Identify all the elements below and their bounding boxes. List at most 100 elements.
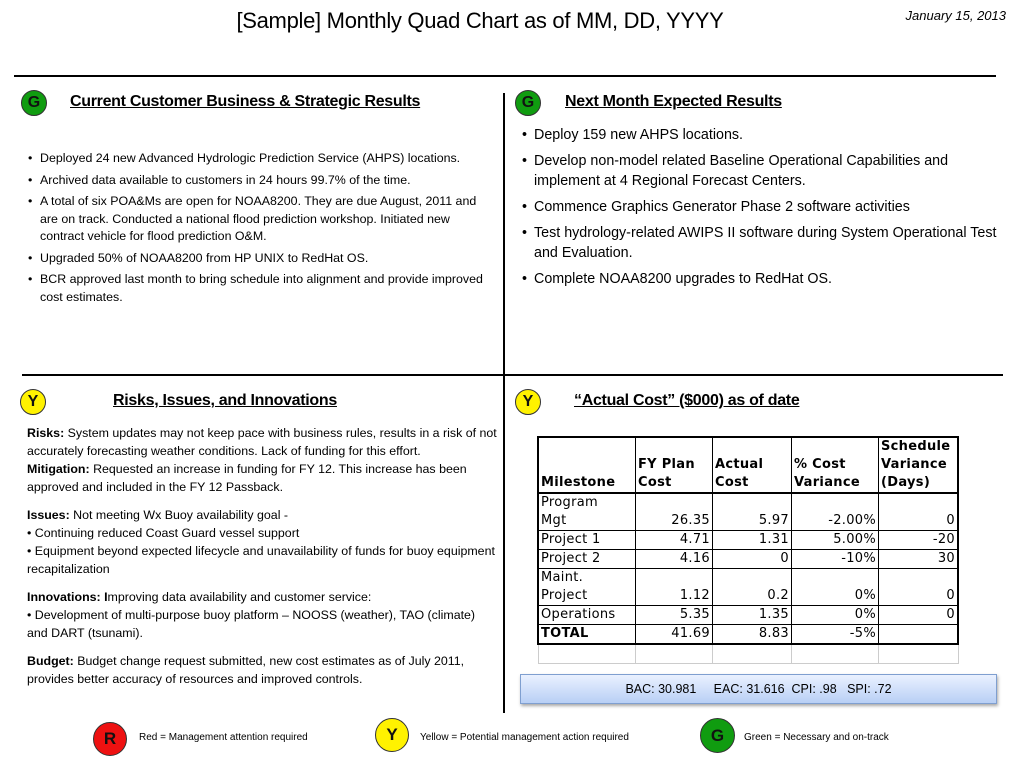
table-total-row: TOTAL 41.69 8.83 -5% bbox=[537, 624, 959, 645]
list-item: Test hydrology-related AWIPS II software… bbox=[522, 223, 1002, 263]
middle-divider bbox=[22, 374, 1003, 376]
list-item: Develop non-model related Baseline Opera… bbox=[522, 151, 1002, 191]
mitigation-label: Mitigation: bbox=[27, 462, 90, 476]
issue-item: • Continuing reduced Coast Guard vessel … bbox=[27, 526, 300, 540]
budget-text: Budget change request submitted, new cos… bbox=[27, 654, 465, 686]
value-cell: 30 bbox=[878, 549, 959, 569]
issues-label: Issues: bbox=[27, 508, 70, 522]
value-cell: 0 bbox=[878, 568, 959, 606]
list-item: BCR approved last month to bring schedul… bbox=[28, 271, 488, 306]
column-header: Actual Cost bbox=[712, 436, 792, 494]
value-cell: 41.69 bbox=[635, 624, 713, 645]
cost-table: Milestone FY Plan Cost Actual Cost % Cos… bbox=[537, 436, 959, 664]
status-badge-cost: Y bbox=[515, 389, 541, 415]
value-cell: 5.00% bbox=[791, 530, 879, 550]
list-item: Archived data available to customers in … bbox=[28, 172, 488, 190]
value-cell: 5.35 bbox=[635, 605, 713, 625]
value-cell: 0% bbox=[791, 568, 879, 606]
legend-badge-green: G bbox=[700, 718, 735, 753]
budget-block: Budget: Budget change request submitted,… bbox=[27, 652, 497, 688]
quadrant-title-next: Next Month Expected Results bbox=[565, 93, 782, 110]
vertical-divider bbox=[503, 93, 505, 713]
milestone-cell: Program Mgt bbox=[537, 492, 636, 531]
value-cell: 1.31 bbox=[712, 530, 792, 550]
innovations-block: Innovations: Improving data availability… bbox=[27, 588, 497, 642]
milestone-cell: Maint. Project bbox=[537, 568, 636, 606]
legend-badge-red: R bbox=[93, 722, 127, 756]
value-cell: 5.97 bbox=[712, 492, 792, 531]
column-header: Schedule Variance (Days) bbox=[878, 436, 959, 494]
list-item: Deploy 159 new AHPS locations. bbox=[522, 125, 1002, 145]
list-item: Complete NOAA8200 upgrades to RedHat OS. bbox=[522, 269, 1002, 289]
cost-table-wrapper: Milestone FY Plan Cost Actual Cost % Cos… bbox=[537, 436, 959, 664]
value-cell: 0 bbox=[878, 492, 959, 531]
list-item: Deployed 24 new Advanced Hydrologic Pred… bbox=[28, 150, 488, 168]
evm-summary-box: BAC: 30.981 EAC: 31.616 CPI: .98 SPI: .7… bbox=[520, 674, 997, 704]
top-divider bbox=[14, 75, 996, 77]
legend-text-green: Green = Necessary and on-track bbox=[744, 732, 889, 743]
milestone-cell: Operations bbox=[537, 605, 636, 625]
value-cell: -2.00% bbox=[791, 492, 879, 531]
empty-cell bbox=[635, 643, 713, 664]
table-header-row: Milestone FY Plan Cost Actual Cost % Cos… bbox=[537, 436, 959, 494]
mitigation-text: Requested an increase in funding for FY … bbox=[27, 462, 467, 494]
milestone-cell: Project 2 bbox=[537, 549, 636, 569]
value-cell: 4.16 bbox=[635, 549, 713, 569]
legend-text-red: Red = Management attention required bbox=[139, 732, 308, 743]
empty-cell bbox=[712, 643, 792, 664]
empty-cell bbox=[878, 643, 959, 664]
value-cell: 1.12 bbox=[635, 568, 713, 606]
risks-label: Risks: bbox=[27, 426, 65, 440]
quadrant-title-cost: “Actual Cost” ($000) as of date bbox=[574, 392, 800, 409]
status-badge-next: G bbox=[515, 90, 541, 116]
evm-summary-text: BAC: 30.981 EAC: 31.616 CPI: .98 SPI: .7… bbox=[625, 682, 892, 696]
list-item: Upgraded 50% of NOAA8200 from HP UNIX to… bbox=[28, 250, 488, 268]
next-results-list: Deploy 159 new AHPS locations. Develop n… bbox=[522, 125, 1002, 295]
value-cell: -5% bbox=[791, 624, 879, 645]
report-date: January 15, 2013 bbox=[905, 8, 1006, 23]
value-cell: 8.83 bbox=[712, 624, 792, 645]
column-header: Milestone bbox=[537, 436, 636, 494]
cost-table-body: Program Mgt 26.35 5.97 -2.00% 0 Project 1 4.71 1… bbox=[537, 492, 959, 664]
risks-content: Risks: System updates may not keep pace … bbox=[27, 424, 497, 698]
quadrant-title-risks: Risks, Issues, and Innovations bbox=[113, 392, 337, 409]
innovation-item: • Development of multi-purpose buoy plat… bbox=[27, 608, 476, 640]
column-header: FY Plan Cost bbox=[635, 436, 713, 494]
value-cell: 0.2 bbox=[712, 568, 792, 606]
value-cell: -10% bbox=[791, 549, 879, 569]
value-cell: 0% bbox=[791, 605, 879, 625]
budget-label: Budget: bbox=[27, 654, 74, 668]
legend-badge-yellow: Y bbox=[375, 718, 409, 752]
status-badge-risks: Y bbox=[20, 389, 46, 415]
list-item: Commence Graphics Generator Phase 2 soft… bbox=[522, 197, 1002, 217]
quadrant-title-current: Current Customer Business & Strategic Re… bbox=[70, 93, 421, 110]
innovations-text: mproving data availability and customer … bbox=[107, 590, 372, 604]
value-cell: 26.35 bbox=[635, 492, 713, 531]
risks-text: System updates may not keep pace with bu… bbox=[27, 426, 497, 458]
table-row: Program Mgt 26.35 5.97 -2.00% 0 bbox=[537, 492, 959, 531]
risks-block: Risks: System updates may not keep pace … bbox=[27, 424, 497, 496]
column-header: % Cost Variance bbox=[791, 436, 879, 494]
list-item: A total of six POA&Ms are open for NOAA8… bbox=[28, 193, 488, 246]
empty-cell bbox=[537, 643, 636, 664]
milestone-cell: TOTAL bbox=[537, 624, 636, 645]
issue-item: • Equipment beyond expected lifecycle an… bbox=[27, 544, 495, 576]
table-empty-row bbox=[537, 643, 959, 664]
table-row: Operations 5.35 1.35 0% 0 bbox=[537, 605, 959, 625]
value-cell: 1.35 bbox=[712, 605, 792, 625]
innovations-label: Innovations: I bbox=[27, 590, 108, 604]
table-row: Project 1 4.71 1.31 5.00% -20 bbox=[537, 530, 959, 550]
value-cell: 0 bbox=[712, 549, 792, 569]
status-badge-current: G bbox=[21, 90, 47, 116]
current-results-list: Deployed 24 new Advanced Hydrologic Pred… bbox=[28, 150, 488, 310]
table-row: Project 2 4.16 0 -10% 30 bbox=[537, 549, 959, 569]
issues-block: Issues: Not meeting Wx Buoy availability… bbox=[27, 506, 497, 578]
value-cell bbox=[878, 624, 959, 645]
value-cell: 0 bbox=[878, 605, 959, 625]
page-title: [Sample] Monthly Quad Chart as of MM, DD… bbox=[236, 8, 724, 33]
issues-text: Not meeting Wx Buoy availability goal - bbox=[69, 508, 289, 522]
milestone-cell: Project 1 bbox=[537, 530, 636, 550]
table-row: Maint. Project 1.12 0.2 0% 0 bbox=[537, 568, 959, 606]
value-cell: -20 bbox=[878, 530, 959, 550]
empty-cell bbox=[791, 643, 879, 664]
